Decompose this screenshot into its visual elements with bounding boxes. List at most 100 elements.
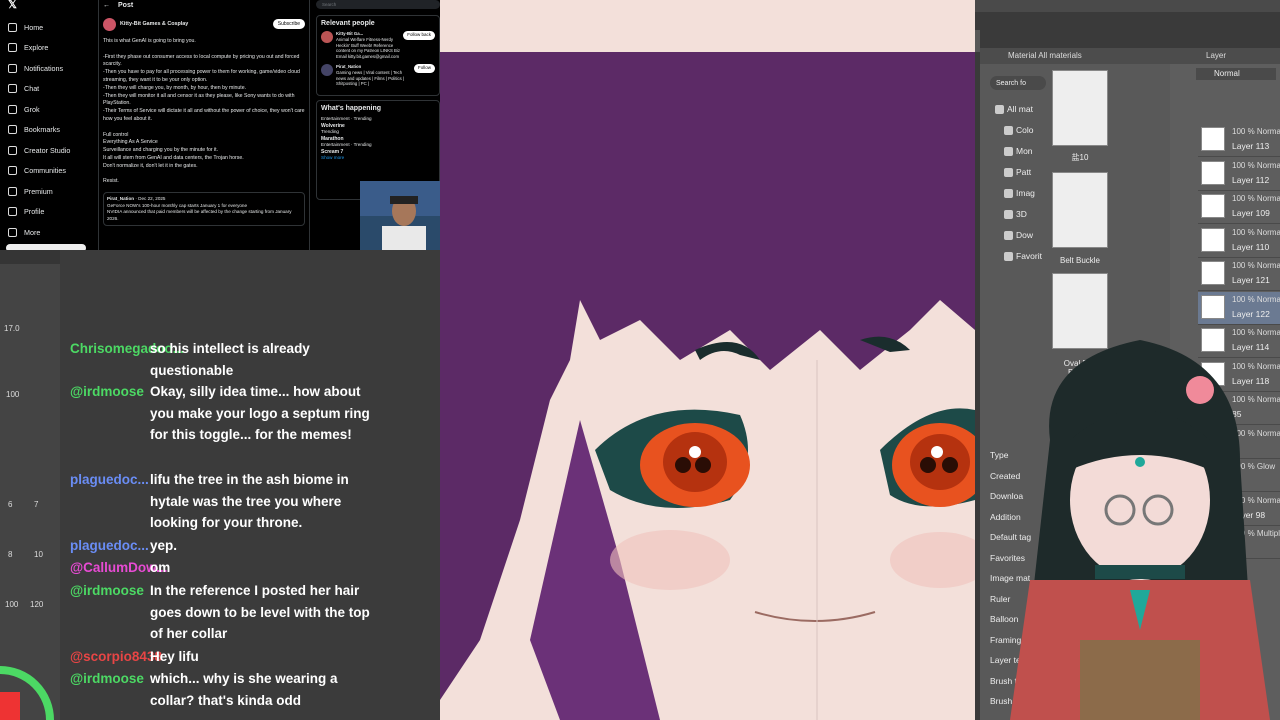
tool-property-strip: 17.0 100 6 7 8 10 100 120 [0,250,60,720]
layer-row[interactable]: 100 % Normal Layer 113 [1198,124,1280,157]
material-tree-label: Dow [1016,230,1034,240]
nav-item-communities[interactable]: Communities [8,161,70,182]
color-wheel-icon[interactable] [0,650,60,720]
author-name[interactable]: Kitty-Bit Games & Cosplay [120,21,188,27]
quote-author: Pirat_Nation [107,196,135,202]
author-avatar[interactable] [103,17,116,31]
layer-thumbnail [1201,294,1225,319]
layer-thumbnail [1201,227,1225,252]
nav-item-label: Premium [24,186,53,196]
nav-item-label: More [24,227,41,237]
brush-size-7[interactable]: 7 [34,500,38,509]
back-arrow-icon[interactable]: ← [103,2,110,9]
material-tree-item[interactable]: Mon [1004,146,1033,156]
chat-username[interactable]: @irdmoose [70,381,144,403]
vtuber-avatar-overlay [1010,340,1270,720]
material-tree-item[interactable]: Favorit [1004,251,1042,261]
layer-row[interactable]: 100 % Normal Layer 109 [1198,191,1280,224]
trend-name: Wolverine [321,122,345,129]
nav-item-chat[interactable]: Chat [8,79,70,100]
material-thumb-ornament[interactable] [1052,70,1108,146]
account-name: Pirat_Nation [336,63,362,69]
x-logo-icon[interactable]: 𝕏 [8,0,17,11]
material-tree-item[interactable]: All mat [995,104,1033,114]
drawing-canvas[interactable] [440,0,975,720]
chat-username[interactable]: @irdmoose [70,668,144,690]
layer-name: Layer 122 [1232,308,1270,319]
social-search-input[interactable]: Search [316,0,440,9]
nav-item-label: Home [24,22,44,32]
material-search-input[interactable]: Search fo [990,76,1046,90]
folder-icon [1004,209,1013,219]
chat-username[interactable]: plaguedoc... [70,469,149,491]
layer-row[interactable]: 100 % Normal Layer 110 [1198,225,1280,258]
quote-date: Dec 22, 2025 [138,196,166,202]
trend-item[interactable]: Entertainment · Trending Wolverine [321,116,435,129]
home-icon [8,22,17,32]
folder-icon [1004,125,1013,135]
layer-row[interactable]: 100 % Normal Layer 112 [1198,158,1280,191]
material-tree-item[interactable]: Dow [1004,230,1033,240]
material-property[interactable]: Ruler [990,594,1010,604]
material-panel-tab[interactable]: Material All materials [980,48,1170,64]
brush-size-6[interactable]: 6 [8,500,12,509]
social-nav-list: Home Explore Notifications Chat Grok Bookmark… [8,17,70,243]
relevant-people-title: Relevant people [321,20,375,27]
material-tree-label: Mon [1016,146,1033,156]
material-tree-item[interactable]: 3D [1004,209,1027,219]
nav-item-creator-studio[interactable]: Creator Studio [8,140,70,161]
nav-item-label: Notifications [24,63,64,73]
account-bio: Animal Welfare Fitness-Nerdy Heckin' Buf… [336,36,401,60]
nav-item-label: Explore [24,43,49,53]
show-more-link[interactable]: Show more [321,155,435,162]
opacity-value[interactable]: 100 [6,390,19,399]
material-thumb-belt-buckle[interactable] [1052,172,1108,248]
brush-size-value[interactable]: 17.0 [4,324,20,333]
chat-text: lifu the tree in the ash biome in hytale… [150,472,349,530]
brush-size-10[interactable]: 10 [34,550,43,559]
nav-item-label: Bookmarks [24,125,60,135]
subscribe-button[interactable]: Subscribe [272,19,305,29]
layer-panel-tab[interactable]: Layer [1170,48,1280,64]
brush-size-8[interactable]: 8 [8,550,12,559]
follow-back-button[interactable]: Follow back [403,31,435,40]
quoted-post[interactable]: Pirat_Nation · Dec 22, 2025 GeForce NOW'… [103,192,305,227]
social-sidebar-nav: 𝕏 Home Explore Notifications Chat Grok Bookma… [0,0,95,250]
chat-username[interactable]: @scorpio8438 [70,646,162,668]
nav-item-bookmarks[interactable]: Bookmarks [8,120,70,141]
trend-item[interactable]: Entertainment · Trending Scream 7 [321,142,435,155]
layer-name: Layer 110 [1232,241,1270,252]
layer-thumbnail [1201,261,1225,285]
folder-icon [1004,251,1013,261]
chat-username[interactable]: plaguedoc... [70,535,149,557]
account-avatar [321,63,333,76]
brush-size-100[interactable]: 100 [5,600,18,609]
nav-item-home[interactable]: Home [8,17,70,38]
material-tree-item[interactable]: Imag [1004,188,1035,198]
explore-icon [8,43,17,53]
material-tree-item[interactable]: Patt [1004,167,1031,177]
brush-size-120[interactable]: 120 [30,600,43,609]
trend-category: Entertainment · Trending [321,116,372,122]
relevant-account[interactable]: Pirat_Nation Gaming news | Viral content … [321,63,435,87]
material-tree-item[interactable]: Colo [1004,125,1033,135]
nav-item-premium[interactable]: Premium [8,181,70,202]
chat-username[interactable]: @irdmoose [70,580,144,602]
material-property[interactable]: Type [990,450,1008,460]
nav-item-more[interactable]: More [8,222,70,243]
blend-mode-select[interactable]: Normal [1196,68,1276,80]
whats-happening-title: What's happening [321,105,381,113]
nav-item-profile[interactable]: Profile [8,202,70,223]
material-tree-label: Favorit [1016,251,1042,261]
follow-button[interactable]: Follow [413,63,435,73]
layer-row[interactable]: 100 % Normal Layer 121 [1198,258,1280,291]
layer-name: Layer 109 [1232,208,1270,218]
nav-item-explore[interactable]: Explore [8,38,70,59]
nav-item-label: Grok [24,104,40,114]
trend-item[interactable]: Trending Marathon [321,129,435,142]
character-illustration [440,52,975,720]
relevant-account[interactable]: Kitty-Bit Ga... Animal Welfare Fitness-Ne… [321,31,435,60]
material-tree-label: 3D [1016,209,1027,219]
nav-item-notifications[interactable]: Notifications [8,58,70,79]
nav-item-grok[interactable]: Grok [8,99,70,120]
